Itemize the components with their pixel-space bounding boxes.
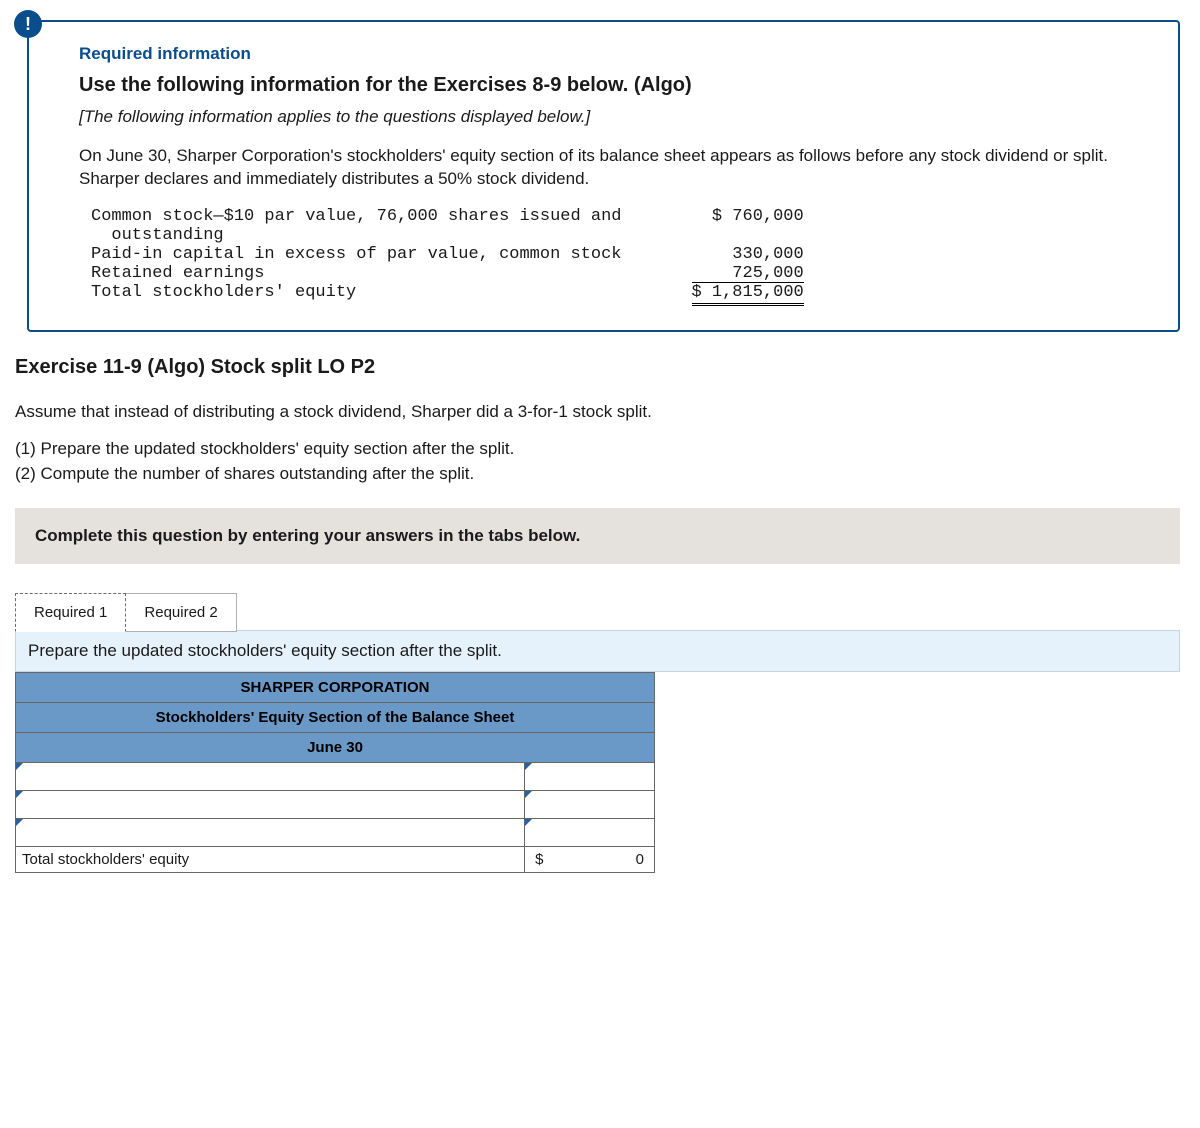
alert-icon: ! (14, 10, 42, 38)
equity-row-label: Common stock—$10 par value, 76,000 share… (91, 207, 682, 245)
equity-total-label: Total stockholders' equity (91, 283, 682, 302)
total-amount: 0 (636, 851, 644, 868)
scenario-paragraph: On June 30, Sharper Corporation's stockh… (79, 145, 1150, 191)
input-label-cell[interactable] (16, 762, 525, 790)
required-info-label: Required information (79, 44, 1150, 64)
tab-panel-instruction: Prepare the updated stockholders' equity… (15, 630, 1180, 672)
tab-required-1[interactable]: Required 1 (15, 593, 126, 632)
equity-row-value: 725,000 (682, 264, 804, 283)
currency-symbol: $ (535, 851, 543, 868)
tab-required-2[interactable]: Required 2 (125, 593, 236, 632)
tabs: Required 1 Required 2 (15, 592, 1180, 631)
equity-row-value: $ 760,000 (682, 207, 804, 245)
info-heading: Use the following information for the Ex… (79, 74, 1150, 97)
total-row-value: $ 0 (525, 846, 655, 872)
question-body: Assume that instead of distributing a st… (15, 401, 1180, 486)
applies-note: [The following information applies to th… (79, 107, 1150, 127)
total-row-label: Total stockholders' equity (16, 846, 525, 872)
input-label-cell[interactable] (16, 790, 525, 818)
equity-row-label: Paid-in capital in excess of par value, … (91, 245, 682, 264)
instruction-bar: Complete this question by entering your … (15, 508, 1180, 564)
requirement-1: (1) Prepare the updated stockholders' eq… (15, 438, 1180, 461)
input-value-cell[interactable] (525, 762, 655, 790)
table-header-date: June 30 (16, 732, 655, 762)
answer-table: SHARPER CORPORATION Stockholders' Equity… (15, 672, 655, 873)
equity-total-value: $ 1,815,000 (682, 283, 804, 302)
equity-row-label: Retained earnings (91, 264, 682, 283)
table-header-company: SHARPER CORPORATION (16, 672, 655, 702)
input-value-cell[interactable] (525, 790, 655, 818)
requirement-2: (2) Compute the number of shares outstan… (15, 463, 1180, 486)
equity-table: Common stock—$10 par value, 76,000 share… (91, 207, 804, 302)
exercise-title: Exercise 11-9 (Algo) Stock split LO P2 (15, 356, 1180, 379)
input-label-cell[interactable] (16, 818, 525, 846)
input-value-cell[interactable] (525, 818, 655, 846)
assume-text: Assume that instead of distributing a st… (15, 401, 1180, 424)
required-information-block: ! Required information Use the following… (27, 20, 1180, 332)
table-header-section: Stockholders' Equity Section of the Bala… (16, 702, 655, 732)
equity-row-value: 330,000 (682, 245, 804, 264)
